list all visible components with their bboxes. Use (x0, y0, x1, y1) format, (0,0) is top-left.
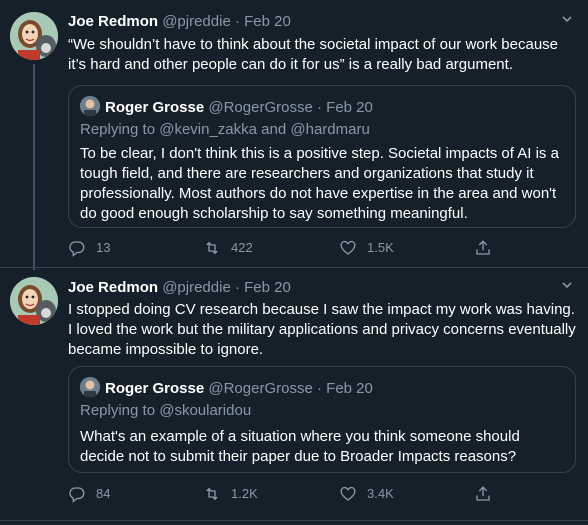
retweet-icon (206, 487, 218, 501)
avatar[interactable] (10, 277, 58, 325)
quoted-tweet[interactable]: Roger Grosse @RogerGrosse · Feb 20 Reply… (68, 366, 576, 473)
mention-link[interactable]: @kevin_zakka (159, 121, 257, 138)
reply-icon (69, 487, 85, 503)
like-button[interactable]: 3.4K (339, 485, 394, 503)
like-icon (340, 486, 356, 501)
tweet-text: I stopped doing CV research because I sa… (68, 301, 576, 358)
like-icon (340, 240, 356, 255)
tweet-divider (0, 520, 588, 521)
separator-dot: · (234, 279, 240, 296)
mention-link[interactable]: @skoularidou (159, 402, 251, 419)
quote-author-name: Roger Grosse (105, 99, 205, 116)
like-button[interactable]: 1.5K (339, 239, 394, 257)
like-count: 3.4K (367, 486, 394, 501)
quote-avatar (80, 96, 100, 116)
retweet-icon (206, 241, 218, 255)
quote-avatar (80, 377, 100, 397)
tweet-header: Joe Redmon @pjreddie · Feb 20 (68, 279, 291, 296)
quote-author-handle: @RogerGrosse (208, 99, 313, 116)
reply-button[interactable]: 13 (68, 239, 110, 257)
quoted-tweet[interactable]: Roger Grosse @RogerGrosse · Feb 20 Reply… (68, 85, 576, 228)
replying-to-label: Replying to (80, 402, 160, 419)
quote-author-handle: @RogerGrosse (208, 380, 313, 397)
tweet-date[interactable]: Feb 20 (244, 13, 291, 30)
share-button[interactable] (474, 485, 502, 503)
retweet-count: 1.2K (231, 486, 258, 501)
reply-icon (69, 241, 85, 257)
replying-to-label: Replying to (80, 121, 160, 138)
tweet-actions: 13 422 1.5K (68, 239, 508, 259)
tweet-1[interactable]: Joe Redmon @pjreddie · Feb 20 “We should… (0, 0, 588, 270)
retweet-button[interactable]: 422 (203, 239, 253, 257)
tweet-date[interactable]: Feb 20 (244, 279, 291, 296)
reply-count: 13 (96, 240, 111, 255)
replying-to: Replying to @kevin_zakka and @hardmaru (80, 121, 370, 138)
reply-button[interactable]: 84 (68, 485, 110, 503)
retweet-count: 422 (231, 240, 253, 255)
quote-header: Roger Grosse @RogerGrosse · Feb 20 (80, 377, 373, 397)
avatar[interactable] (10, 12, 58, 60)
reply-count: 84 (96, 486, 111, 501)
tweet-actions: 84 1.2K 3.4K (68, 485, 508, 505)
separator-dot: · (316, 380, 322, 397)
tweet-header: Joe Redmon @pjreddie · Feb 20 (68, 13, 291, 30)
chevron-down-icon[interactable] (560, 278, 574, 295)
replying-to-and: and (257, 121, 291, 138)
author-handle[interactable]: @pjreddie (162, 13, 231, 30)
separator-dot: · (316, 99, 322, 116)
author-name[interactable]: Joe Redmon (68, 13, 158, 30)
retweet-button[interactable]: 1.2K (203, 485, 258, 503)
author-handle[interactable]: @pjreddie (162, 279, 231, 296)
share-icon (476, 240, 490, 255)
quote-date: Feb 20 (326, 380, 373, 397)
mention-link[interactable]: @hardmaru (290, 121, 369, 138)
quote-text: What's an example of a situation where y… (80, 428, 520, 465)
like-count: 1.5K (367, 240, 394, 255)
share-icon (476, 486, 490, 501)
tweet-2[interactable]: Joe Redmon @pjreddie · Feb 20 I stopped … (0, 268, 588, 525)
avatar-image (10, 277, 58, 325)
separator-dot: · (234, 13, 240, 30)
thread-line (33, 64, 35, 270)
quote-header: Roger Grosse @RogerGrosse · Feb 20 (80, 96, 373, 116)
tweet-text: “We shouldn’t have to think about the so… (68, 36, 558, 73)
chevron-down-icon[interactable] (560, 12, 574, 29)
avatar-image (10, 12, 58, 60)
quote-author-name: Roger Grosse (105, 380, 205, 397)
author-name[interactable]: Joe Redmon (68, 279, 158, 296)
quote-text: To be clear, I don't think this is a pos… (80, 145, 559, 222)
replying-to: Replying to @skoularidou (80, 402, 251, 419)
share-button[interactable] (474, 239, 502, 257)
quote-date: Feb 20 (326, 99, 373, 116)
